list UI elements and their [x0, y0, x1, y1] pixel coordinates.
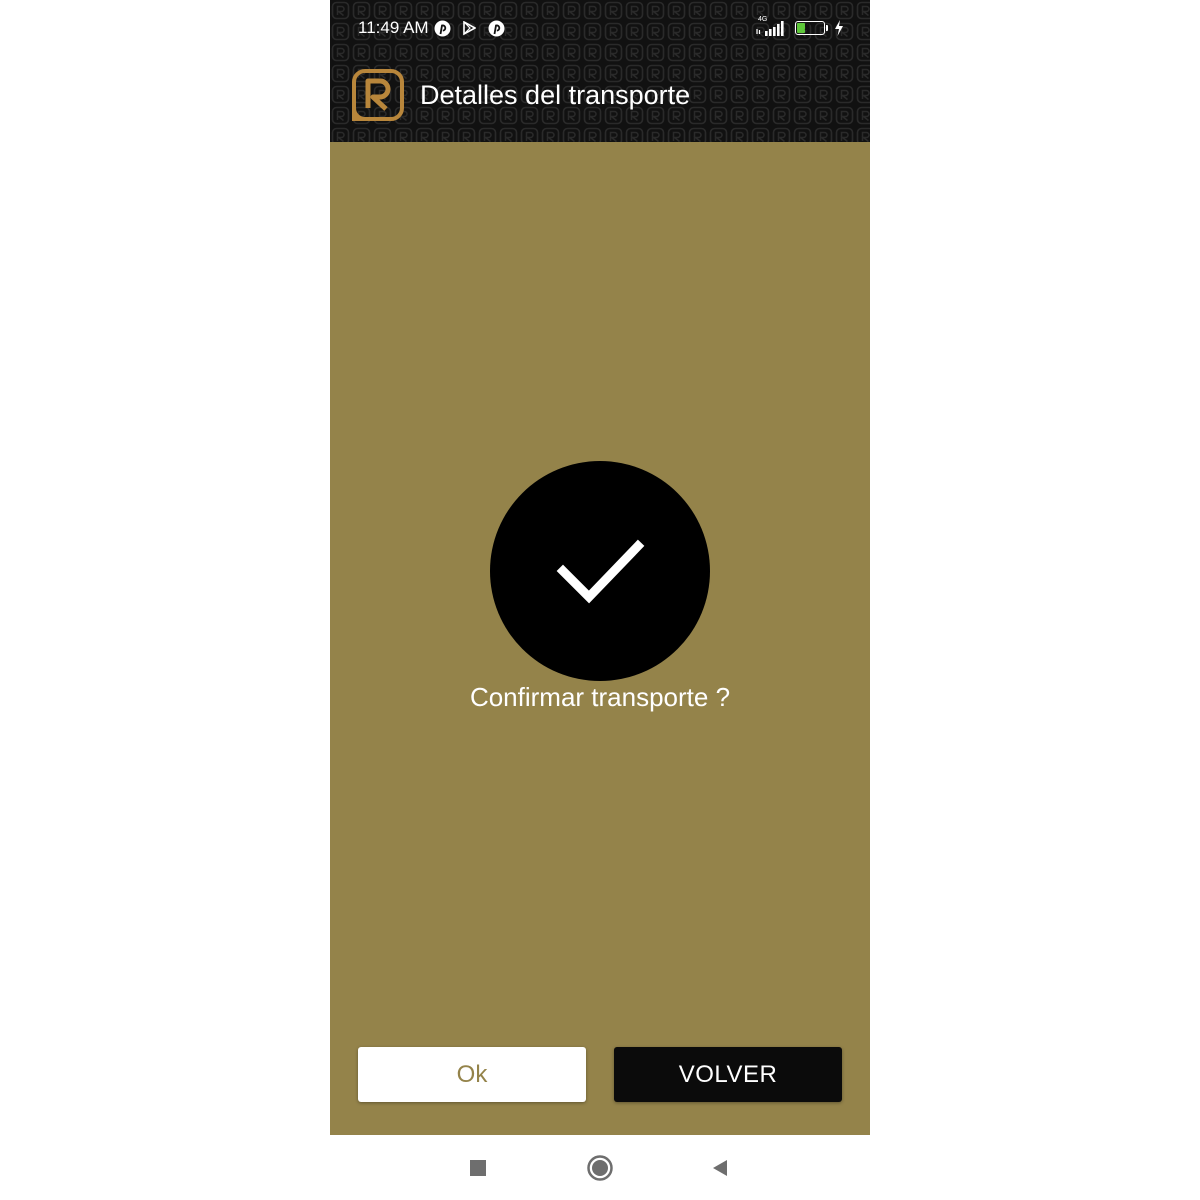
- back-triangle-icon: [713, 1160, 727, 1176]
- home-button[interactable]: [586, 1154, 614, 1182]
- status-system-icons: 4G 27: [755, 16, 844, 38]
- back-button-volver[interactable]: VOLVER: [614, 1047, 842, 1102]
- checkmark-icon: [556, 539, 645, 604]
- signal-icon: 4G: [755, 16, 789, 37]
- pinterest-icon: [434, 20, 451, 36]
- pinterest-icon: [488, 20, 505, 36]
- home-circle-icon: [587, 1155, 613, 1181]
- battery-level: 27: [804, 22, 816, 33]
- ok-button[interactable]: Ok: [358, 1047, 586, 1102]
- confirm-message: Confirmar transporte ?: [469, 682, 731, 712]
- recents-button[interactable]: [464, 1154, 492, 1182]
- status-notification-icons: [434, 19, 505, 37]
- app-header: 11:49 AM 4G 27 Detalles del transporte: [330, 0, 870, 142]
- play-store-icon: [463, 21, 476, 35]
- square-icon: [470, 1160, 486, 1176]
- confirmation-panel: Confirmar transporte ? Ok VOLVER: [330, 142, 870, 1135]
- status-bar: 11:49 AM 4G 27: [330, 0, 870, 56]
- success-badge: [490, 461, 710, 681]
- phone-screen: 11:49 AM 4G 27 Detalles del transporte C…: [330, 0, 870, 1200]
- page-title: Detalles del transporte: [420, 80, 691, 110]
- app-logo-icon: [352, 69, 404, 121]
- battery-icon: 27: [795, 21, 825, 35]
- back-button[interactable]: [706, 1154, 734, 1182]
- navigation-bar: [330, 1135, 870, 1200]
- charging-icon: [835, 20, 843, 36]
- battery-tip: [826, 25, 828, 31]
- status-time: 11:49 AM: [358, 18, 429, 37]
